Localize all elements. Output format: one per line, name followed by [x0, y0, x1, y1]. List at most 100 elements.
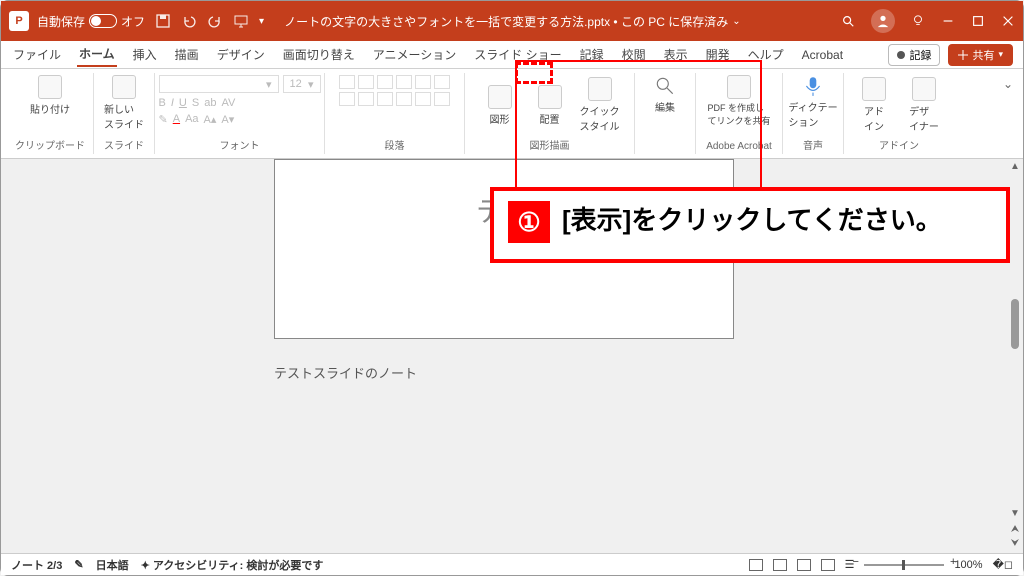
tab-record[interactable]: 記録: [578, 43, 606, 66]
tab-design[interactable]: デザイン: [215, 43, 267, 66]
shrink-font-button[interactable]: A▾: [221, 113, 234, 126]
designer-button[interactable]: デザ イナー: [902, 77, 946, 133]
title-dropdown-icon[interactable]: ⌄: [732, 16, 740, 27]
save-icon[interactable]: [155, 13, 171, 29]
arrange-icon: [538, 85, 562, 109]
scroll-up-icon[interactable]: ▲: [1010, 161, 1020, 172]
ribbon: 貼り付け クリップボード 新しい スライド スライド ▾ 12▾ B I U: [1, 69, 1023, 159]
arrange-button[interactable]: 配置: [528, 85, 572, 126]
scroll-down-icon[interactable]: ▼: [1010, 508, 1020, 519]
zoom-slider[interactable]: [864, 564, 944, 566]
reading-view-icon[interactable]: [797, 559, 811, 571]
tab-acrobat[interactable]: Acrobat: [800, 45, 845, 65]
tab-view[interactable]: 表示: [662, 43, 690, 66]
underline-button[interactable]: U: [179, 97, 187, 109]
new-slide-icon: [112, 75, 136, 99]
pdf-icon: [727, 75, 751, 99]
accessibility-indicator[interactable]: ✦ アクセシビリティ: 検討が必要です: [141, 557, 324, 573]
ribbon-tabs: ファイル ホーム 挿入 描画 デザイン 画面切り替え アニメーション スライド …: [1, 41, 1023, 69]
shapes-button[interactable]: 図形: [478, 85, 522, 126]
dictation-button[interactable]: ディクテー ション: [791, 75, 835, 129]
redo-icon[interactable]: [207, 13, 223, 29]
tab-insert[interactable]: 挿入: [131, 43, 159, 66]
normal-view-icon[interactable]: [749, 559, 763, 571]
sorter-view-icon[interactable]: [773, 559, 787, 571]
lightbulb-icon[interactable]: [911, 14, 925, 28]
minimize-icon[interactable]: [941, 14, 955, 28]
italic-button[interactable]: I: [171, 97, 174, 109]
autosave-state: オフ: [121, 13, 145, 30]
paste-icon: [38, 75, 62, 99]
prev-slide-icon[interactable]: ⮝: [1011, 524, 1020, 535]
fit-to-window-icon[interactable]: �◻: [993, 558, 1013, 571]
shapes-icon: [488, 85, 512, 109]
group-clipboard: 貼り付け クリップボード: [7, 73, 94, 154]
language-indicator[interactable]: 日本語: [96, 557, 129, 573]
font-family-select[interactable]: ▾: [159, 75, 279, 93]
maximize-icon[interactable]: [971, 14, 985, 28]
slideshow-view-icon[interactable]: [821, 559, 835, 571]
font-color-button[interactable]: A: [173, 113, 180, 126]
account-avatar[interactable]: [871, 9, 895, 33]
paragraph-buttons[interactable]: [339, 75, 450, 106]
callout-number: ①: [508, 201, 550, 243]
group-drawing: 図形 配置 クイック スタイル 図形描画: [465, 73, 635, 154]
tab-animations[interactable]: アニメーション: [371, 43, 459, 66]
page-indicator[interactable]: ノート 2/3: [11, 557, 62, 573]
tab-home[interactable]: ホーム: [77, 42, 117, 67]
quick-access-toolbar: ▾: [155, 13, 264, 29]
editing-button[interactable]: 編集: [643, 75, 687, 114]
tab-transitions[interactable]: 画面切り替え: [281, 43, 357, 66]
group-paragraph: 段落: [325, 73, 465, 154]
next-slide-icon[interactable]: ⮟: [1011, 538, 1020, 549]
char-spacing-button[interactable]: AV: [221, 97, 235, 109]
title-bar: P 自動保存 オフ ▾ ノートの文字の大きさやフォントを一括で変更する方法.pp…: [1, 1, 1023, 41]
search-icon[interactable]: [841, 14, 855, 28]
ribbon-collapse-icon[interactable]: ⌄: [1003, 77, 1013, 91]
close-icon[interactable]: [1001, 14, 1015, 28]
group-acrobat: PDF を作成し てリンクを共有 Adobe Acrobat: [696, 73, 783, 154]
scroll-thumb[interactable]: [1011, 299, 1019, 349]
annotation-target-marker: [515, 62, 553, 84]
find-icon: [654, 75, 676, 97]
group-font: ▾ 12▾ B I U S ab AV ✎ A Aa A▴ A▾: [155, 73, 325, 154]
toggle-icon: [89, 14, 117, 28]
mic-icon: [802, 75, 824, 97]
tab-review[interactable]: 校閲: [620, 43, 648, 66]
zoom-level[interactable]: 100%: [954, 559, 982, 571]
group-slides: 新しい スライド スライド: [94, 73, 155, 154]
record-button[interactable]: 記録: [888, 44, 940, 66]
notes-text[interactable]: テストスライドのノート: [274, 363, 734, 382]
share-button[interactable]: 共有▾: [948, 44, 1013, 66]
present-icon[interactable]: [233, 13, 249, 29]
new-slide-button[interactable]: 新しい スライド: [102, 75, 146, 131]
designer-icon: [912, 77, 936, 101]
tab-file[interactable]: ファイル: [11, 43, 63, 66]
case-button[interactable]: Aa: [185, 113, 198, 126]
quick-style-button[interactable]: クイック スタイル: [578, 77, 622, 133]
tab-draw[interactable]: 描画: [173, 43, 201, 66]
undo-icon[interactable]: [181, 13, 197, 29]
tab-help[interactable]: ヘルプ: [746, 43, 786, 66]
qat-dropdown-icon[interactable]: ▾: [259, 16, 264, 27]
group-editing: 編集: [635, 73, 696, 154]
font-size-select[interactable]: 12▾: [283, 75, 321, 93]
bold-button[interactable]: B: [159, 97, 166, 109]
strike-button[interactable]: S: [192, 97, 199, 109]
status-bar: ノート 2/3 ✎ 日本語 ✦ アクセシビリティ: 検討が必要です ☰ 100%…: [1, 553, 1023, 575]
autosave-toggle[interactable]: 自動保存 オフ: [37, 13, 145, 30]
addin-button[interactable]: アド イン: [852, 77, 896, 133]
paste-button[interactable]: 貼り付け: [28, 75, 72, 116]
annotation-callout: ① [表示]をクリックしてください。: [490, 187, 1010, 263]
shadow-button[interactable]: ab: [204, 97, 216, 109]
addin-icon: [862, 77, 886, 101]
share-icon: [958, 50, 968, 60]
autosave-label: 自動保存: [37, 13, 85, 30]
spell-check-icon[interactable]: ✎: [74, 558, 83, 571]
quick-style-icon: [588, 77, 612, 101]
highlight-button[interactable]: ✎: [159, 113, 168, 126]
pdf-create-button[interactable]: PDF を作成し てリンクを共有: [704, 75, 774, 127]
callout-text: [表示]をクリックしてください。: [562, 201, 942, 240]
grow-font-button[interactable]: A▴: [204, 113, 217, 126]
tab-developer[interactable]: 開発: [704, 43, 732, 66]
